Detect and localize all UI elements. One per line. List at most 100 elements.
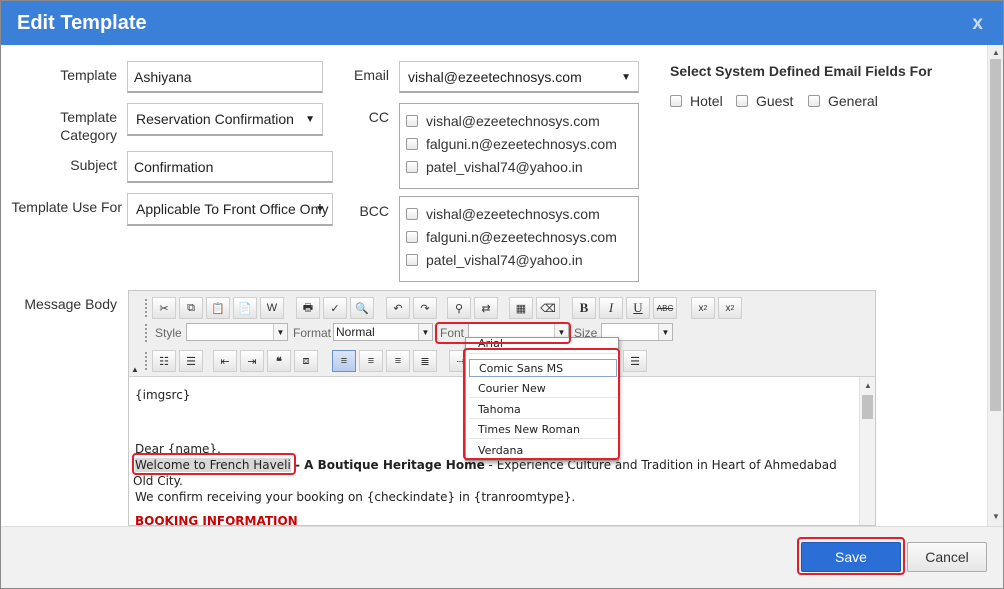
chevron-down-icon: ▼ bbox=[621, 71, 631, 83]
select-all-icon[interactable]: ▦ bbox=[509, 297, 533, 319]
template-label: Template bbox=[60, 67, 117, 83]
numbered-list-icon[interactable]: ☷ bbox=[152, 350, 176, 372]
greeting-line: Dear {name}, bbox=[135, 442, 221, 456]
align-right-icon[interactable]: ≡ bbox=[386, 350, 410, 372]
superscript-icon[interactable]: x2 bbox=[718, 297, 742, 319]
dialog-scrollbar[interactable]: ▲ ▼ bbox=[987, 45, 1003, 526]
system-field-guest[interactable]: Guest bbox=[736, 93, 793, 109]
indent-icon[interactable]: ⇥ bbox=[240, 350, 264, 372]
template-category-value: Reservation Confirmation bbox=[136, 111, 294, 127]
cc-item[interactable]: falguni.n@ezeetechnosys.com bbox=[406, 136, 617, 152]
editor-scrollbar[interactable]: ▲ bbox=[859, 377, 875, 525]
system-field-general[interactable]: General bbox=[808, 93, 878, 109]
collapse-toolbar-icon[interactable]: ▲ bbox=[131, 365, 139, 374]
toolbar-grip bbox=[145, 352, 149, 370]
print-icon[interactable]: 🖶 bbox=[296, 297, 320, 319]
scroll-up-icon[interactable]: ▲ bbox=[864, 381, 872, 390]
font-option-tahoma[interactable]: Tahoma bbox=[469, 401, 617, 419]
page-break-icon[interactable]: ☰ bbox=[623, 350, 647, 372]
dialog-scroll-thumb[interactable] bbox=[990, 59, 1001, 411]
cut-icon[interactable]: ✂ bbox=[152, 297, 176, 319]
checkbox[interactable] bbox=[406, 115, 418, 127]
cc-label: CC bbox=[368, 109, 389, 125]
format-combo[interactable]: Normal ▼ bbox=[333, 323, 433, 341]
toolbar-grip bbox=[145, 324, 149, 342]
underline-icon[interactable]: U bbox=[626, 297, 650, 319]
chevron-down-icon: ▼ bbox=[273, 324, 287, 340]
cc-item[interactable]: patel_vishal74@yahoo.in bbox=[406, 159, 583, 175]
remove-format-icon[interactable]: ⌫ bbox=[536, 297, 560, 319]
font-option-courier-new[interactable]: Courier New bbox=[469, 380, 617, 398]
paste-text-icon[interactable]: 📄 bbox=[233, 297, 257, 319]
div-container-icon[interactable]: ⧈ bbox=[294, 350, 318, 372]
dialog-titlebar: Edit Template x bbox=[1, 1, 1003, 45]
subject-label: Subject bbox=[70, 157, 117, 173]
bcc-item[interactable]: vishal@ezeetechnosys.com bbox=[406, 206, 600, 222]
checkbox[interactable] bbox=[670, 95, 682, 107]
template-name-input[interactable]: Ashiyana bbox=[127, 61, 323, 93]
dialog-footer: Save Cancel bbox=[1, 526, 1003, 588]
font-label: Font bbox=[440, 326, 465, 340]
blockquote-icon[interactable]: ❝ bbox=[267, 350, 291, 372]
email-label: Email bbox=[353, 67, 389, 83]
paste-icon[interactable]: 📋 bbox=[206, 297, 230, 319]
outdent-icon[interactable]: ⇤ bbox=[213, 350, 237, 372]
welcome-bold: - A Boutique Heritage Home bbox=[290, 458, 485, 472]
style-combo[interactable]: ▼ bbox=[186, 323, 288, 341]
checkbox[interactable] bbox=[406, 254, 418, 266]
align-center-icon[interactable]: ≡ bbox=[359, 350, 383, 372]
find-icon[interactable]: ⚲ bbox=[447, 297, 471, 319]
dialog-title: Edit Template bbox=[17, 12, 147, 34]
bcc-item[interactable]: falguni.n@ezeetechnosys.com bbox=[406, 229, 617, 245]
strike-icon[interactable]: ABC bbox=[653, 297, 677, 319]
scroll-down-icon[interactable]: ▼ bbox=[992, 512, 1000, 521]
bold-icon[interactable]: B bbox=[572, 297, 596, 319]
checkbox[interactable] bbox=[406, 231, 418, 243]
paste-word-icon[interactable]: W bbox=[260, 297, 284, 319]
checkbox[interactable] bbox=[406, 161, 418, 173]
preview-icon[interactable]: 🔍 bbox=[350, 297, 374, 319]
system-field-hotel[interactable]: Hotel bbox=[670, 93, 723, 109]
undo-icon[interactable]: ↶ bbox=[386, 297, 410, 319]
replace-icon[interactable]: ⇄ bbox=[474, 297, 498, 319]
chevron-down-icon: ▼ bbox=[305, 114, 315, 125]
system-fields-title: Select System Defined Email Fields For bbox=[670, 63, 933, 79]
template-category-label-line2: Category bbox=[60, 127, 117, 143]
subscript-icon[interactable]: x2 bbox=[691, 297, 715, 319]
checkbox[interactable] bbox=[808, 95, 820, 107]
checkbox[interactable] bbox=[406, 208, 418, 220]
checkbox[interactable] bbox=[736, 95, 748, 107]
chevron-down-icon: ▼ bbox=[658, 324, 672, 340]
font-option-times-new-roman[interactable]: Times New Roman bbox=[469, 421, 617, 439]
save-button[interactable]: Save bbox=[801, 542, 901, 572]
confirm-line: We confirm receiving your booking on {ch… bbox=[135, 490, 576, 504]
bullet-list-icon[interactable]: ☰ bbox=[179, 350, 203, 372]
editor-scroll-thumb[interactable] bbox=[862, 395, 873, 419]
scroll-up-icon[interactable]: ▲ bbox=[992, 48, 1000, 57]
align-left-icon[interactable]: ≡ bbox=[332, 350, 356, 372]
email-select[interactable]: vishal@ezeetechnosys.com ▼ bbox=[399, 61, 639, 93]
template-use-for-select[interactable]: Applicable To Front Office Only ▼ bbox=[127, 193, 333, 226]
align-justify-icon[interactable]: ≣ bbox=[413, 350, 437, 372]
close-icon[interactable]: x bbox=[972, 13, 983, 35]
bcc-list: vishal@ezeetechnosys.com falguni.n@ezeet… bbox=[399, 196, 639, 282]
template-category-select[interactable]: Reservation Confirmation ▼ bbox=[127, 103, 323, 136]
font-option-comic-sans[interactable]: Comic Sans MS bbox=[469, 359, 617, 377]
img-placeholder: {imgsrc} bbox=[135, 388, 191, 402]
copy-icon[interactable]: ⧉ bbox=[179, 297, 203, 319]
welcome-line-2: Old City. bbox=[133, 474, 183, 488]
template-use-for-label: Template Use For bbox=[11, 199, 122, 215]
cancel-button[interactable]: Cancel bbox=[907, 542, 987, 572]
template-use-for-value: Applicable To Front Office Only bbox=[136, 201, 329, 217]
email-value: vishal@ezeetechnosys.com bbox=[408, 68, 582, 85]
bcc-label: BCC bbox=[359, 203, 389, 219]
font-option-verdana[interactable]: Verdana bbox=[469, 442, 617, 460]
subject-input[interactable]: Confirmation bbox=[127, 151, 333, 183]
font-option-arial[interactable]: Arial bbox=[469, 338, 617, 354]
checkbox[interactable] bbox=[406, 138, 418, 150]
italic-icon[interactable]: I bbox=[599, 297, 623, 319]
bcc-item[interactable]: patel_vishal74@yahoo.in bbox=[406, 252, 583, 268]
spellcheck-icon[interactable]: ✓ bbox=[323, 297, 347, 319]
redo-icon[interactable]: ↷ bbox=[413, 297, 437, 319]
cc-item[interactable]: vishal@ezeetechnosys.com bbox=[406, 113, 600, 129]
